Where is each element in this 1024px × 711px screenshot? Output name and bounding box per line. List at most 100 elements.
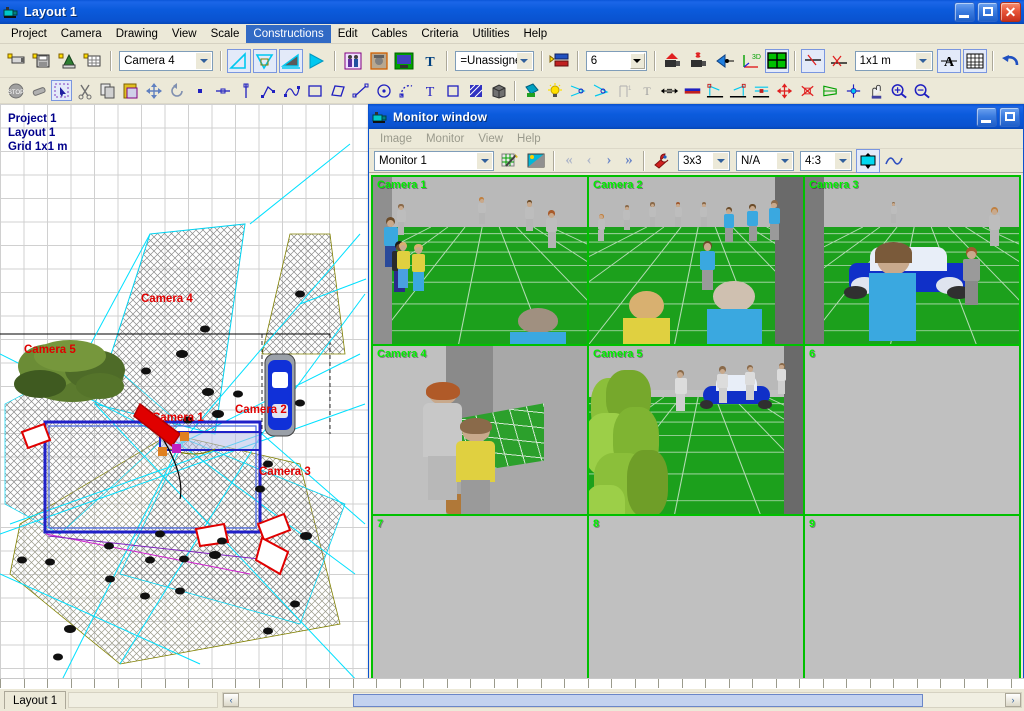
monitor-icon[interactable] [392,49,416,73]
image-split-icon[interactable] [524,149,548,173]
eraser-icon[interactable] [28,80,49,101]
assign-icon[interactable] [548,49,572,73]
polyline-icon[interactable] [258,80,279,101]
horizontal-scrollbar[interactable]: ‹ › [222,692,1022,708]
tab-scroll-area[interactable] [68,692,219,708]
paste-icon[interactable] [120,80,141,101]
point-icon[interactable] [189,80,210,101]
spline-icon[interactable] [281,80,302,101]
monitor-menu-item-image[interactable]: Image [373,130,419,148]
menu-item-drawing[interactable]: Drawing [109,25,165,43]
view-beam-icon[interactable] [305,49,329,73]
arrows-icon[interactable] [659,80,680,101]
open-layout-icon[interactable] [56,49,80,73]
camera-remove-icon[interactable] [687,49,711,73]
new-layout-icon[interactable] [82,49,106,73]
monitor-cell-2[interactable]: Camera 2 [589,177,803,345]
close-button[interactable]: ✕ [1000,2,1021,22]
monitor-cell-6[interactable]: 6 [805,346,1019,514]
view-cone-icon[interactable] [227,48,252,73]
plan-camera-label-5[interactable]: Camera 3 [259,466,311,478]
zoom-in-icon[interactable] [889,80,910,101]
fill-icon[interactable] [521,80,542,101]
menu-item-help[interactable]: Help [516,25,554,43]
resize-icon[interactable] [797,80,818,101]
chevron-down-icon[interactable] [835,152,850,169]
square-icon[interactable] [442,80,463,101]
view-area-icon[interactable] [253,48,278,73]
zoom-out-icon[interactable] [912,80,933,101]
monitor-select-combo[interactable]: Monitor 1 [374,150,494,171]
menu-item-cables[interactable]: Cables [365,25,415,43]
monitor-cell-3[interactable]: Camera 3 [805,177,1019,345]
circle-icon[interactable] [373,80,394,101]
nav-prev-button[interactable]: ‹ [579,151,599,171]
text-icon[interactable]: T [419,80,440,101]
stop-icon[interactable]: STOP [5,80,26,101]
monitor-maximize-button[interactable] [999,107,1020,127]
monitor-cell-5[interactable]: Camera 5 [589,346,803,514]
pen-grid-icon[interactable] [498,149,522,173]
monitor-cell-7[interactable]: 7 [373,515,587,683]
assignment-combo[interactable]: =Unassigne [455,50,534,71]
move-cross-icon[interactable] [774,80,795,101]
copy-icon[interactable] [97,80,118,101]
plan-camera-label-1[interactable]: Camera 5 [24,344,76,356]
monitor-cell-1[interactable]: Camera 1 [373,177,587,345]
aspect-ratio-combo[interactable]: 4:3 [800,150,852,171]
polygon-icon[interactable] [327,80,348,101]
count-spinner[interactable]: 6 [585,50,647,71]
sheet-tab-layout1[interactable]: Layout 1 [4,691,67,709]
quality-combo[interactable]: N/A [736,150,794,171]
monitor-menu-item-view[interactable]: View [471,130,510,148]
monitor-cell-8[interactable]: 8 [589,515,803,683]
menu-item-view[interactable]: View [165,25,204,43]
light-icon[interactable] [544,80,565,101]
grid-layout-combo[interactable]: 3x3 [678,150,730,171]
3d-box-icon[interactable] [488,80,509,101]
text-tool-icon[interactable]: T [418,49,442,73]
chevron-down-icon[interactable] [629,52,645,69]
menu-item-criteria[interactable]: Criteria [414,25,465,43]
plan-camera-label-4[interactable]: Camera 2 [235,404,287,416]
wall-right-icon[interactable] [728,80,749,101]
wall-center-icon[interactable] [751,80,772,101]
menu-item-edit[interactable]: Edit [331,25,365,43]
lens-icon[interactable] [713,49,737,73]
wrench-icon[interactable] [650,149,674,173]
plan-camera-label-2[interactable]: Camera 4 [141,293,193,305]
chevron-down-icon[interactable] [713,152,728,169]
cone-right-icon[interactable] [590,80,611,101]
arc-icon[interactable] [396,80,417,101]
chevron-down-icon[interactable] [477,152,492,169]
menu-item-constructions[interactable]: Constructions [246,24,331,43]
scroll-left-button[interactable]: ‹ [223,693,240,707]
chevron-down-icon[interactable] [777,152,792,169]
move-icon[interactable] [143,80,164,101]
plan-camera-label-3[interactable]: Camera 1 [152,412,204,424]
rectangle-icon[interactable] [304,80,325,101]
dimension-icon[interactable] [800,48,825,73]
nav-last-button[interactable]: » [619,151,639,171]
monitor-menu-item-monitor[interactable]: Monitor [419,130,471,148]
people-icon[interactable] [341,49,365,73]
cut-icon[interactable] [74,80,95,101]
pan-hand-icon[interactable] [866,80,887,101]
monitor-cell-9[interactable]: 9 [805,515,1019,683]
monitor-window[interactable]: Monitor window Image Monitor View Help Moni… [368,104,1024,688]
menu-item-utilities[interactable]: Utilities [465,25,516,43]
path-icon[interactable] [350,80,371,101]
new-project-icon[interactable] [5,49,29,73]
monitor-minimize-button[interactable] [976,107,997,127]
photo-icon[interactable] [367,49,391,73]
text-small-icon[interactable]: T [636,80,657,101]
view-3d-icon[interactable] [279,48,304,73]
scrollbar-thumb[interactable] [353,693,924,707]
snap-icon[interactable] [843,80,864,101]
hatch-icon[interactable] [465,80,486,101]
select-icon[interactable] [51,80,72,101]
scroll-right-button[interactable]: › [1005,693,1021,707]
menu-item-scale[interactable]: Scale [204,25,247,43]
wave-icon[interactable] [882,149,906,173]
save-icon[interactable] [31,49,55,73]
